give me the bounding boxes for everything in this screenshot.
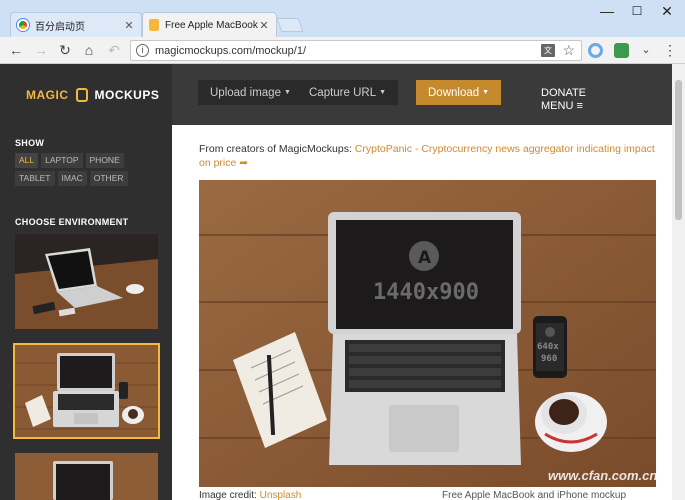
filter-phone[interactable]: PHONE (85, 153, 124, 168)
extension-circle-icon[interactable] (588, 43, 603, 58)
logo-text-mockups: MOCKUPS (94, 88, 160, 102)
caret-down-icon: ▼ (379, 89, 387, 96)
environment-thumbnail-3[interactable] (15, 453, 158, 500)
filter-other[interactable]: OTHER (89, 171, 128, 186)
upload-image-button[interactable]: Upload image ▼ (198, 80, 303, 105)
filter-imac[interactable]: IMAC (57, 171, 87, 186)
site-logo[interactable]: MAGIC MOCKUPS (26, 88, 159, 102)
tab-title: Free Apple MacBook and (165, 19, 258, 31)
watermark: www.cfan.com.cn (548, 468, 658, 483)
browser-toolbar: ← → ↻ ⌂ ↶ i magicmockups.com/mockup/1/ 文… (0, 37, 685, 64)
device-filter-list: ALL LAPTOP PHONE TABLET IMAC OTHER (15, 153, 160, 186)
site-info-icon[interactable]: i (136, 44, 149, 57)
close-window-button[interactable]: ✕ (652, 2, 682, 20)
browser-titlebar: 百分启动页 ✕ Free Apple MacBook and ✕ — ☐ ✕ (0, 0, 685, 37)
promo-prefix: From creators of MagicMockups: (199, 143, 355, 155)
unsplash-link[interactable]: Unsplash (260, 490, 302, 500)
extension-shield-icon[interactable] (614, 43, 629, 58)
sidebar: MAGIC MOCKUPS SHOW ALL LAPTOP PHONE TABL… (0, 64, 172, 500)
tab-close-icon[interactable]: ✕ (123, 19, 135, 32)
tab-close-icon[interactable]: ✕ (258, 19, 270, 32)
hamburger-icon: ≡ (576, 100, 583, 112)
logo-text-magic: MAGIC (26, 88, 69, 102)
caret-down-icon: ▼ (482, 89, 490, 96)
new-tab-button[interactable] (276, 18, 304, 32)
menu-label: MENU (541, 100, 574, 112)
url-text[interactable]: magicmockups.com/mockup/1/ (155, 45, 306, 57)
browser-menu-icon[interactable]: ⋮ (660, 40, 680, 60)
caret-down-icon: ▼ (283, 89, 291, 96)
image-credit: Image credit: Unsplash (199, 490, 301, 500)
home-icon[interactable]: ⌂ (79, 40, 99, 60)
environment-image-3 (15, 453, 158, 500)
address-bar[interactable]: i magicmockups.com/mockup/1/ 文 ☆ (130, 40, 582, 61)
tab-start-page[interactable]: 百分启动页 ✕ (10, 12, 142, 37)
donate-label: DONATE (541, 87, 587, 99)
reload-icon[interactable]: ↻ (55, 40, 75, 60)
forward-arrow-icon[interactable]: → (31, 40, 51, 60)
donate-menu-link[interactable]: DONATE MENU ≡ (541, 87, 586, 113)
mockup-preview[interactable]: A 1440x900 640x 960 (199, 180, 656, 487)
environment-thumbnail-1[interactable] (15, 234, 158, 329)
phone-resolution-1: 640x (537, 342, 559, 352)
credit-prefix: Image credit: (199, 490, 260, 500)
mockup-caption: Free Apple MacBook and iPhone mockup (442, 490, 626, 500)
logo-mark-icon (75, 88, 88, 102)
show-heading: SHOW (15, 138, 45, 148)
download-button[interactable]: Download ▼ (416, 80, 502, 105)
bookmark-star-icon[interactable]: ☆ (562, 42, 575, 59)
environment-thumbnail-2[interactable] (13, 343, 160, 439)
magicmockups-favicon-icon (149, 19, 159, 31)
translate-icon[interactable]: 文 (541, 44, 555, 57)
upload-image-label: Upload image (210, 87, 281, 99)
promo-text: From creators of MagicMockups: CryptoPan… (199, 142, 664, 170)
tab-magicmockups[interactable]: Free Apple MacBook and ✕ (142, 12, 277, 37)
chrome-favicon-icon (17, 19, 29, 31)
screen-letter: A (418, 248, 432, 268)
top-toolbar: Upload image ▼ Capture URL ▼ Download ▼ DON… (172, 64, 685, 125)
share-arrow-icon[interactable]: ➦ (239, 157, 248, 169)
minimize-button[interactable]: — (592, 2, 622, 20)
undo-icon[interactable]: ↶ (104, 40, 124, 60)
phone-resolution-2: 960 (541, 354, 558, 364)
filter-laptop[interactable]: LAPTOP (41, 153, 83, 168)
tab-title: 百分启动页 (35, 21, 85, 33)
environment-image-2 (15, 345, 158, 437)
filter-all[interactable]: ALL (15, 153, 39, 168)
page-scrollbar[interactable] (672, 64, 685, 500)
download-label: Download (428, 87, 480, 99)
capture-url-button[interactable]: Capture URL ▼ (297, 80, 399, 105)
choose-environment-heading: CHOOSE ENVIRONMENT (15, 217, 129, 227)
filter-tablet[interactable]: TABLET (15, 171, 55, 186)
scrollbar-thumb[interactable] (675, 80, 682, 220)
screen-resolution: 1440x900 (373, 280, 479, 305)
back-arrow-icon[interactable]: ← (6, 40, 26, 60)
capture-url-label: Capture URL (309, 87, 377, 99)
environment-image-1 (15, 234, 158, 329)
mockup-image (199, 180, 656, 487)
extension-chevron-icon[interactable]: ⌄ (636, 40, 656, 60)
maximize-button[interactable]: ☐ (622, 2, 652, 20)
